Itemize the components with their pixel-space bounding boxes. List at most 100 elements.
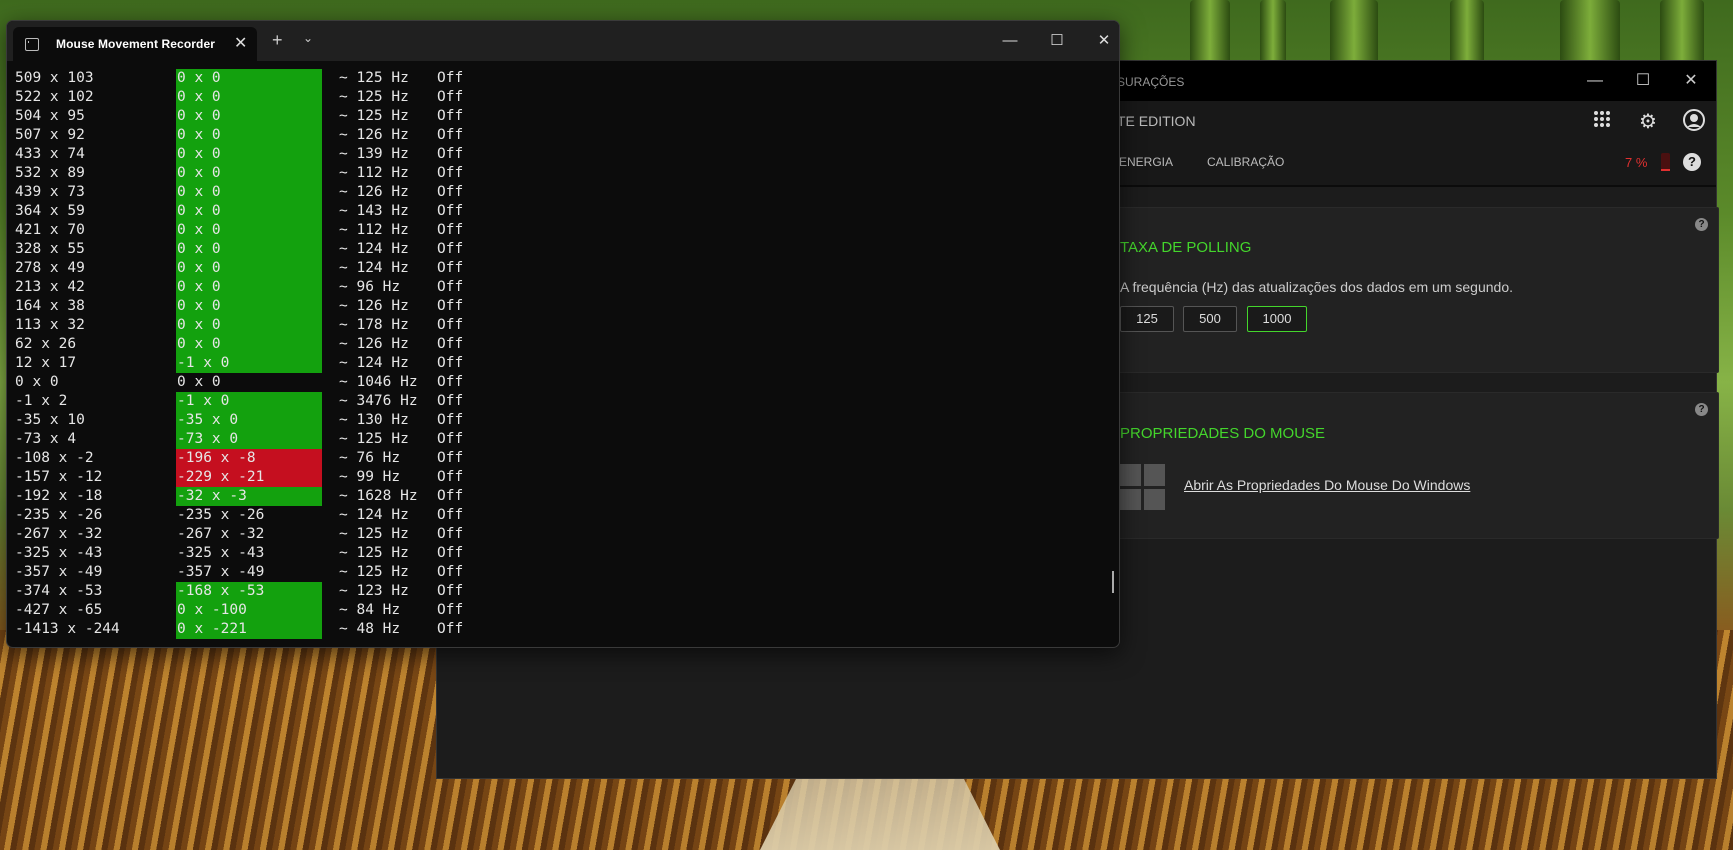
terminal-tab-title: Mouse Movement Recorder [56,37,216,51]
polling-frequency: ~ 48 Hz [339,621,401,637]
terminal-row: -374 x -53 -168 x -53 ~ 123 Hz Off [7,582,1119,601]
relative-delta: 0 x 0 [176,183,322,202]
absolute-position: -1 x 2 [15,393,68,409]
button-state: Off [437,450,464,466]
terminal-row: 62 x 26 0 x 0 ~ 126 Hz Off [7,335,1119,354]
terminal-row: 113 x 32 0 x 0 ~ 178 Hz Off [7,316,1119,335]
terminal-row: -325 x -43 -325 x -43 ~ 125 Hz Off [7,544,1119,563]
absolute-position: -73 x 4 [15,431,77,447]
terminal-scrollbar[interactable] [1112,571,1114,593]
relative-delta: -267 x -32 [177,526,265,542]
button-state: Off [437,602,464,618]
terminal-window: Mouse Movement Recorder ✕ + ⌄ — ☐ ✕ 509 … [6,20,1120,648]
maximize-icon[interactable]: ☐ [1042,29,1072,53]
polling-frequency: ~ 125 Hz [339,108,409,124]
terminal-row: -73 x 4 -73 x 0 ~ 125 Hz Off [7,430,1119,449]
button-state: Off [437,241,464,257]
polling-frequency: ~ 76 Hz [339,450,401,466]
relative-delta: 0 x 0 [176,202,322,221]
polling-frequency: ~ 125 Hz [339,564,409,580]
terminal-row: -357 x -49 -357 x -49 ~ 125 Hz Off [7,563,1119,582]
relative-delta: -168 x -53 [176,582,322,601]
terminal-row: 12 x 17 -1 x 0 ~ 124 Hz Off [7,354,1119,373]
absolute-position: 0 x 0 [15,374,59,390]
terminal-row: 278 x 49 0 x 0 ~ 124 Hz Off [7,259,1119,278]
mouse-properties-card: ? [1107,392,1719,539]
terminal-row: 522 x 102 0 x 0 ~ 125 Hz Off [7,88,1119,107]
relative-delta: 0 x 0 [176,164,322,183]
polling-frequency: ~ 139 Hz [339,146,409,162]
terminal-row: 213 x 42 0 x 0 ~ 96 Hz Off [7,278,1119,297]
help-icon[interactable]: ? [1695,403,1708,416]
tab-calibracao[interactable]: CALIBRAÇÃO [1207,155,1284,169]
button-state: Off [437,279,464,295]
tab-energia[interactable]: ENERGIA [1119,155,1173,169]
terminal-row: -35 x 10 -35 x 0 ~ 130 Hz Off [7,411,1119,430]
polling-frequency: ~ 96 Hz [339,279,401,295]
absolute-position: -427 x -65 [15,602,103,618]
button-state: Off [437,108,464,124]
polling-rate-title: TAXA DE POLLING [1120,239,1252,256]
absolute-position: -192 x -18 [15,488,103,504]
battery-percentage: 7 % [1625,155,1648,170]
polling-frequency: ~ 1628 Hz [339,488,418,504]
absolute-position: 421 x 70 [15,222,85,238]
polling-frequency: ~ 124 Hz [339,507,409,523]
button-state: Off [437,298,464,314]
relative-delta: 0 x 0 [176,335,322,354]
relative-delta: -357 x -49 [177,564,265,580]
button-state: Off [437,374,464,390]
relative-delta: 0 x 0 [176,316,322,335]
relative-delta: 0 x 0 [177,374,221,390]
relative-delta: -229 x -21 [176,468,322,487]
polling-1000-button[interactable]: 1000 [1247,306,1307,332]
polling-500-button[interactable]: 500 [1183,306,1237,332]
absolute-position: 522 x 102 [15,89,94,105]
close-icon[interactable]: ✕ [1669,67,1713,95]
gear-icon[interactable]: ⚙ [1635,109,1661,135]
relative-delta: 0 x 0 [176,240,322,259]
relative-delta: -196 x -8 [176,449,322,468]
help-icon[interactable]: ? [1695,218,1708,231]
absolute-position: 62 x 26 [15,336,77,352]
polling-frequency: ~ 125 Hz [339,431,409,447]
relative-delta: 0 x 0 [176,88,322,107]
close-icon[interactable]: ✕ [234,33,247,53]
apps-grid-icon[interactable] [1589,109,1615,135]
button-state: Off [437,165,464,181]
terminal-tab[interactable]: Mouse Movement Recorder ✕ [13,27,257,61]
maximize-icon[interactable]: ☐ [1621,67,1665,95]
button-state: Off [437,355,464,371]
mouse-properties-title: PROPRIEDADES DO MOUSE [1120,425,1326,442]
minimize-icon[interactable]: — [995,29,1025,53]
plus-icon[interactable]: + [272,30,283,51]
terminal-output[interactable]: 509 x 103 0 x 0 ~ 125 Hz Off 522 x 102 0 x 0 ~… [7,69,1119,647]
absolute-position: 328 x 55 [15,241,85,257]
polling-frequency: ~ 99 Hz [339,469,401,485]
help-icon[interactable]: ? [1683,153,1701,171]
absolute-position: 439 x 73 [15,184,85,200]
terminal-row: 507 x 92 0 x 0 ~ 126 Hz Off [7,126,1119,145]
button-state: Off [437,184,464,200]
user-icon[interactable] [1681,109,1707,135]
button-state: Off [437,203,464,219]
button-state: Off [437,260,464,276]
polling-125-button[interactable]: 125 [1120,306,1174,332]
polling-frequency: ~ 125 Hz [339,70,409,86]
polling-frequency: ~ 125 Hz [339,526,409,542]
polling-frequency: ~ 125 Hz [339,89,409,105]
relative-delta: -325 x -43 [177,545,265,561]
relative-delta: 0 x 0 [176,278,322,297]
absolute-position: 433 x 74 [15,146,85,162]
relative-delta: 0 x -100 [176,601,322,620]
polling-frequency: ~ 126 Hz [339,127,409,143]
button-state: Off [437,146,464,162]
minimize-icon[interactable]: — [1573,67,1617,95]
relative-delta: -35 x 0 [176,411,322,430]
button-state: Off [437,526,464,542]
close-icon[interactable]: ✕ [1089,29,1119,53]
button-state: Off [437,127,464,143]
chevron-down-icon[interactable]: ⌄ [303,31,313,45]
open-mouse-properties-link[interactable]: Abrir As Propriedades Do Mouse Do Window… [1184,477,1470,493]
terminal-row: 328 x 55 0 x 0 ~ 124 Hz Off [7,240,1119,259]
